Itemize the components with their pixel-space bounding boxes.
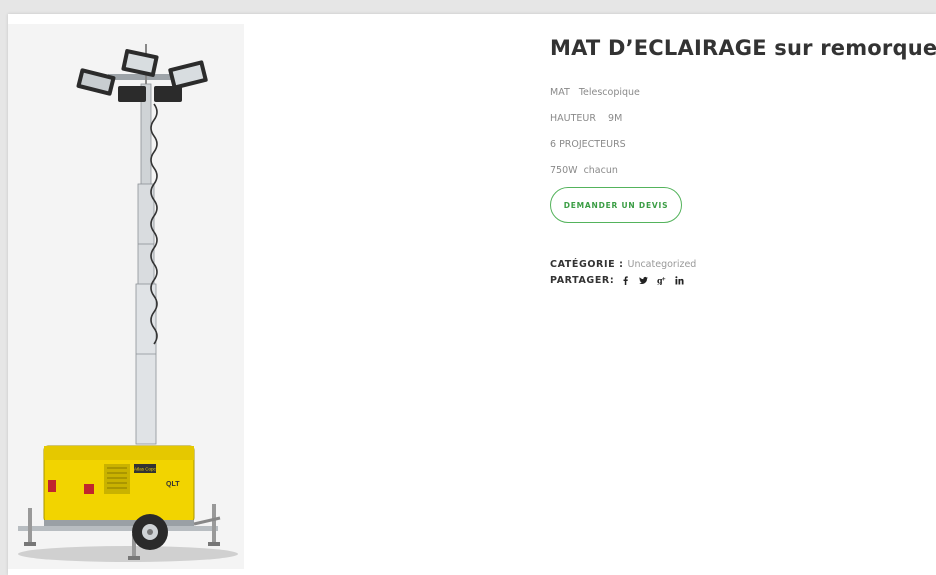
share-row: PARTAGER: g + <box>550 272 930 288</box>
product-title: MAT D’ECLAIRAGE sur remorque <box>550 36 936 60</box>
linkedin-icon[interactable] <box>675 275 684 285</box>
spec-line: HAUTEUR 9M <box>550 113 623 124</box>
google-plus-icon[interactable]: g + <box>657 276 666 285</box>
spec-line: MAT Telescopique <box>550 87 640 98</box>
twitter-icon[interactable] <box>639 276 649 285</box>
request-quote-button[interactable]: DEMANDER UN DEVIS <box>550 187 682 223</box>
category-link[interactable]: Uncategorized <box>627 259 696 270</box>
svg-text:Atlas Copco: Atlas Copco <box>134 467 159 472</box>
category-label: CATÉGORIE : <box>550 258 624 270</box>
share-icons: g + <box>621 276 693 285</box>
facebook-icon[interactable] <box>621 275 630 285</box>
spec-line: 6 PROJECTEURS <box>550 139 626 150</box>
svg-text:QLT: QLT <box>166 481 180 488</box>
product-summary: MAT D’ECLAIRAGE sur remorque MAT Telesco… <box>550 36 936 288</box>
svg-text:+: + <box>662 276 666 282</box>
share-label: PARTAGER: <box>550 274 615 286</box>
spec-list: MAT Telescopique HAUTEUR 9M 6 PROJECTEUR… <box>550 87 930 191</box>
category-row: CATÉGORIE : Uncategorized <box>550 256 930 272</box>
product-image: QLT Atlas Copco <box>8 24 244 569</box>
